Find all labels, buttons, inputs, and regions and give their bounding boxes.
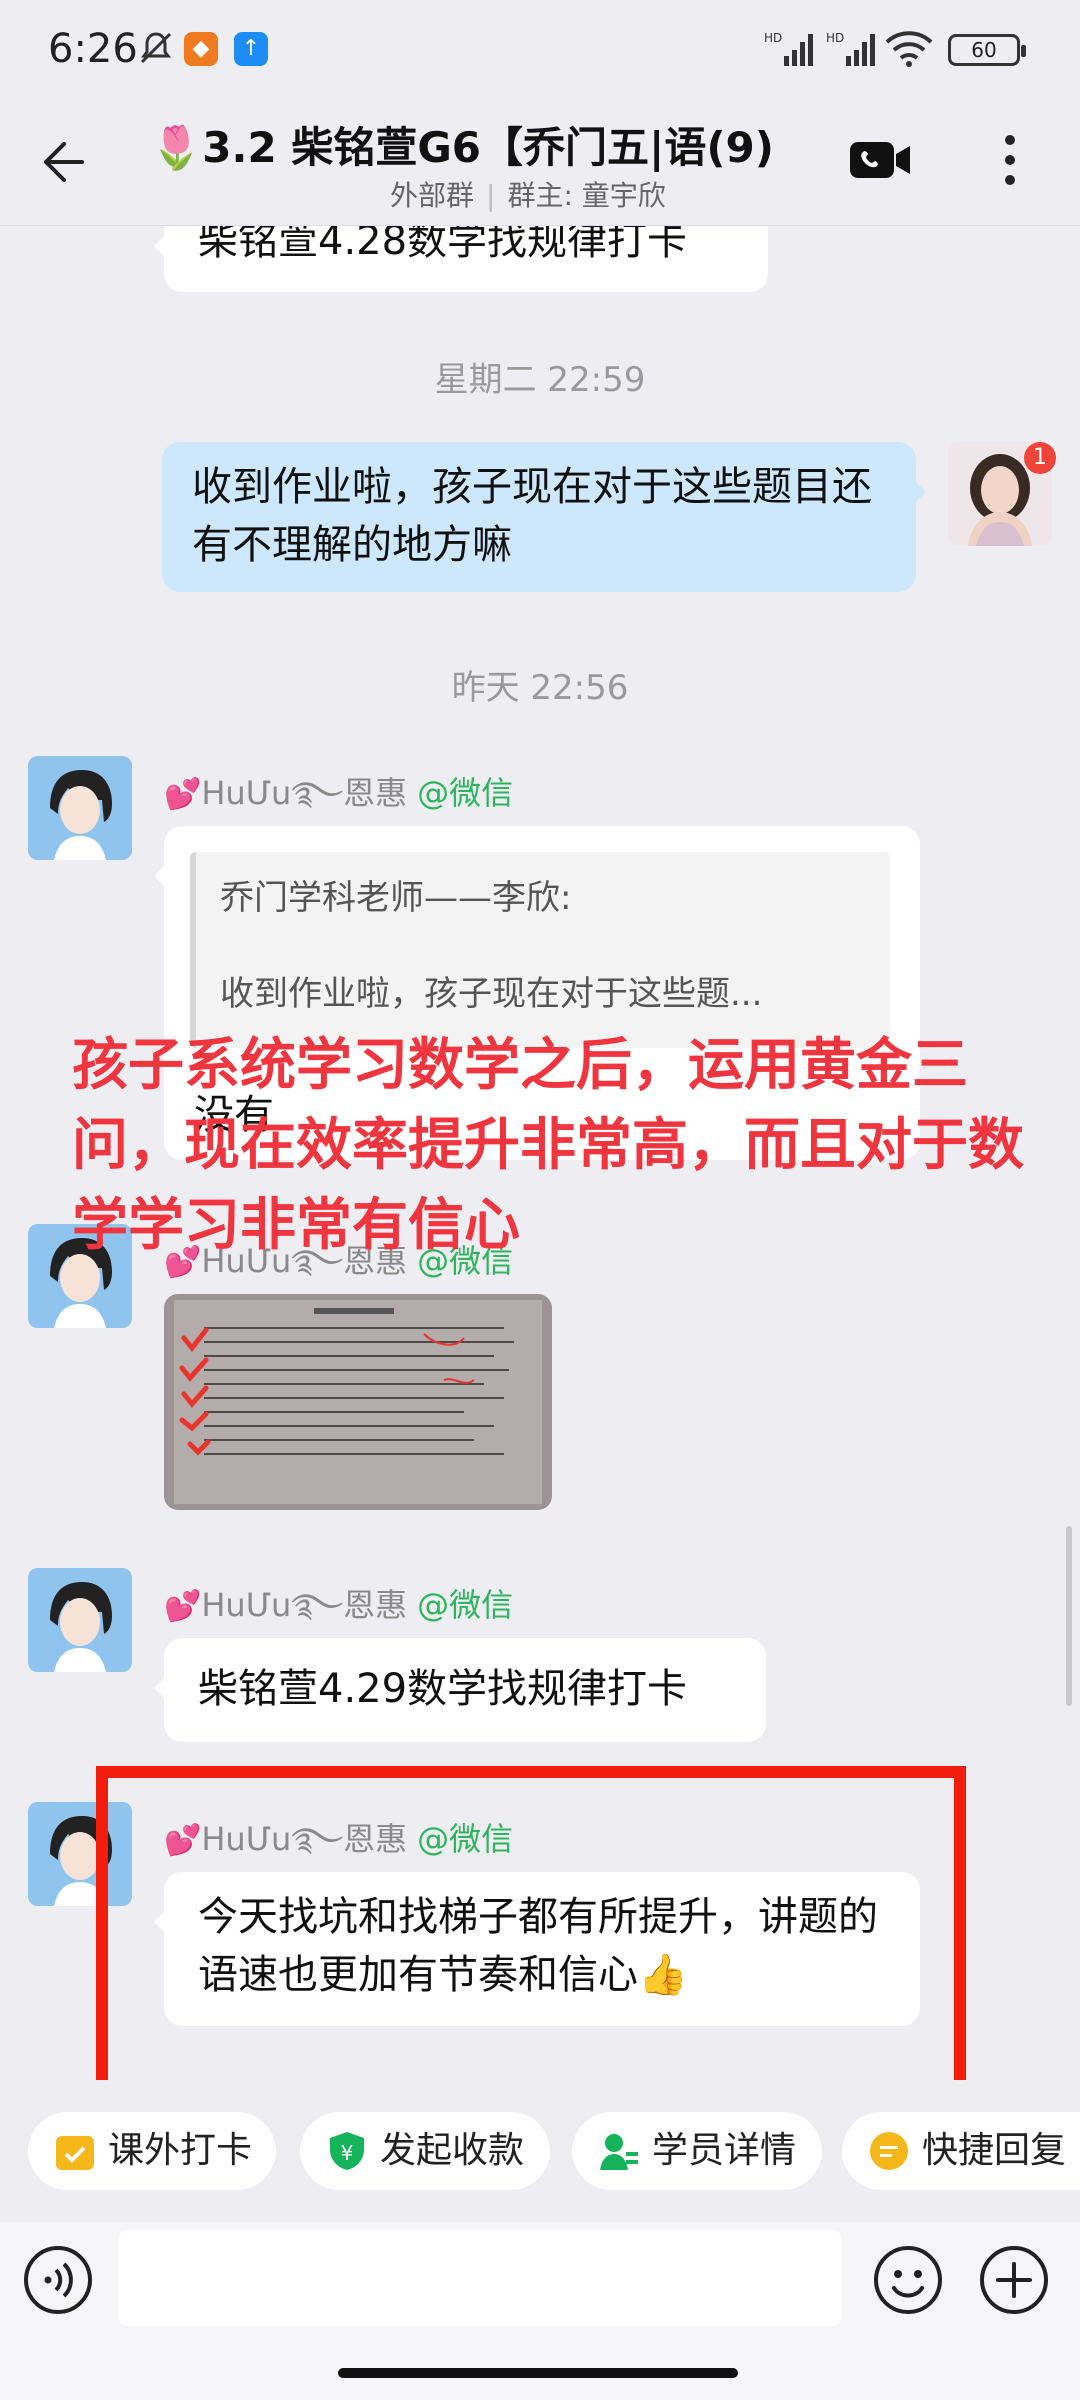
home-indicator <box>0 2342 1080 2400</box>
quote-text: 收到作业啦，孩子现在对于这些题... <box>220 974 763 1014</box>
chat-title[interactable]: 🌷3.2 柴铭萱G6【乔门五|语(9) <box>150 114 830 175</box>
sender-avatar[interactable] <box>28 1568 132 1672</box>
chip-checkin[interactable]: 课外打卡 <box>28 2112 276 2190</box>
wechat-source-label: @微信 <box>417 1586 514 1624</box>
chat-subtitle: 外部群 | 群主: 童宇欣 <box>390 179 666 212</box>
scrollbar[interactable] <box>1066 1526 1072 1706</box>
group-owner-label: 群主: 童宇欣 <box>507 179 666 212</box>
girl-avatar-icon <box>28 756 132 860</box>
calendar-check-icon <box>56 2136 94 2170</box>
message-input[interactable] <box>118 2230 842 2326</box>
chip-collect-payment[interactable]: ¥ 发起收款 <box>300 2112 550 2190</box>
sender-avatar[interactable] <box>28 756 132 860</box>
girl-avatar-icon <box>28 1568 132 1672</box>
unread-badge: 1 <box>1024 442 1056 474</box>
video-call-icon[interactable] <box>848 134 912 186</box>
timestamp: 星期二 22:59 <box>434 360 646 400</box>
quick-action-bar: 课外打卡 ¥ 发起收款 学员详情 快捷回复 <box>0 2082 1080 2222</box>
battery-indicator: 60 <box>948 34 1026 66</box>
member-count: (9) <box>706 123 774 172</box>
app-notification-icon: ◆ <box>184 32 218 66</box>
mute-bell-icon <box>140 32 172 64</box>
payment-shield-icon: ¥ <box>330 2132 364 2170</box>
signal-hd-label-2: HD <box>826 31 844 45</box>
message-bubble[interactable]: 柴铭萱4.29数学找规律打卡 <box>154 1638 766 1742</box>
home-pill[interactable] <box>338 2368 738 2378</box>
quote-author: 乔门学科老师——李欣: <box>220 878 572 918</box>
group-type-label: 外部群 <box>390 179 475 212</box>
status-bar: 6:26 ◆ ↑ HD HD 60 <box>0 0 1080 100</box>
heart-icon: 💕 <box>164 1589 202 1624</box>
message-text: 柴铭萱4.28数学找规律打卡 <box>198 226 688 264</box>
quick-reply-icon <box>870 2132 908 2170</box>
message-text: 柴铭萱4.29数学找规律打卡 <box>198 1666 688 1712</box>
chip-quick-reply[interactable]: 快捷回复 <box>842 2112 1080 2190</box>
quoted-message[interactable]: 乔门学科老师——李欣: 收到作业啦，孩子现在对于这些题... <box>190 852 890 1048</box>
worksheet-image-icon <box>164 1294 552 1510</box>
homework-photo[interactable] <box>164 1294 552 1510</box>
heart-icon: 💕 <box>164 777 202 812</box>
upload-notification-icon: ↑ <box>234 32 268 66</box>
signal-hd-icon-2: HD <box>826 31 875 66</box>
timestamp: 昨天 22:56 <box>451 668 629 708</box>
chat-header: 🌷3.2 柴铭萱G6【乔门五|语(9) 外部群 | 群主: 童宇欣 <box>0 100 1080 226</box>
voice-input-icon[interactable] <box>22 2244 94 2316</box>
wifi-icon <box>885 31 933 67</box>
svg-text:¥: ¥ <box>341 2141 354 2165</box>
annotation-note: 孩子系统学习数学之后，运用黄金三问，现在效率提升非常高，而且对于数学学习非常有信… <box>72 1033 1024 1258</box>
status-time: 6:26 <box>48 26 138 72</box>
message-bubble-mine[interactable]: 收到作业啦，孩子现在对于这些题目还有不理解的地方嘛 <box>162 442 926 592</box>
input-bar <box>0 2222 1080 2342</box>
chat-message-list[interactable]: 柴铭萱4.28数学找规律打卡 星期二 22:59 收到作业啦，孩子现在对于这些题… <box>0 226 1080 2080</box>
add-more-icon[interactable] <box>978 2244 1050 2316</box>
message-text: 收到作业啦，孩子现在对于这些题目还有不理解的地方嘛 <box>192 464 872 568</box>
more-options-icon[interactable] <box>990 128 1030 192</box>
chip-student-details[interactable]: 学员详情 <box>572 2112 822 2190</box>
back-arrow-icon[interactable] <box>34 134 90 190</box>
user-detail-icon <box>600 2134 638 2170</box>
group-name: 🌷3.2 柴铭萱G6【乔门五|语 <box>150 123 707 172</box>
wechat-source-label: @微信 <box>417 774 514 812</box>
highlight-box <box>96 1766 966 2080</box>
signal-hd-icon: HD <box>764 31 813 66</box>
message-bubble-partial[interactable]: 柴铭萱4.28数学找规律打卡 <box>154 226 768 292</box>
signal-hd-label: HD <box>764 31 782 45</box>
emoji-icon[interactable] <box>872 2244 944 2316</box>
